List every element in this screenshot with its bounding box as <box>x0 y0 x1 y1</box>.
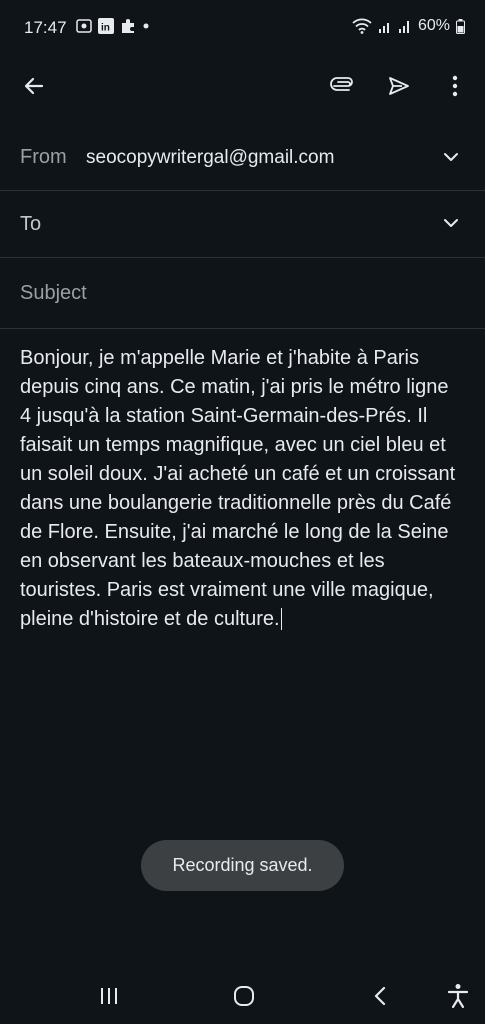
svg-text:in: in <box>101 23 110 34</box>
send-button[interactable] <box>381 68 417 104</box>
back-icon <box>374 986 386 1006</box>
accessibility-icon <box>447 984 469 1009</box>
status-time: 17:47 <box>24 18 67 37</box>
recents-icon <box>101 988 117 1004</box>
dot-icon <box>143 23 149 29</box>
from-row[interactable]: From seocopywritergal@gmail.com <box>0 124 485 191</box>
accessibility-button[interactable] <box>438 978 478 1014</box>
chevron-down-icon[interactable] <box>441 213 461 233</box>
home-button[interactable] <box>224 978 264 1014</box>
compose-toolbar <box>0 58 485 114</box>
signal-icon <box>378 23 389 33</box>
attach-icon <box>330 77 353 91</box>
email-body-text: Bonjour, je m'appelle Marie et j'habite … <box>20 347 461 630</box>
battery-percent: 60% <box>417 17 450 34</box>
status-system-icons: 60% <box>352 17 465 35</box>
linkedin-icon: in <box>98 18 114 34</box>
navigation-bar <box>0 968 485 1024</box>
status-bar: 17:47 in 60% <box>0 0 485 58</box>
chevron-down-icon[interactable] <box>441 147 461 167</box>
send-icon <box>389 77 409 95</box>
back-button[interactable] <box>16 68 52 104</box>
to-row[interactable]: To <box>0 191 485 258</box>
screen-record-icon <box>76 19 92 33</box>
subject-field[interactable]: Subject <box>0 258 485 329</box>
toast-message: Recording saved. <box>172 855 313 875</box>
wifi-icon <box>352 18 372 34</box>
puzzle-icon <box>122 19 134 33</box>
status-notification-icons: in <box>76 18 150 34</box>
attach-button[interactable] <box>325 68 361 104</box>
subject-placeholder: Subject <box>20 282 87 304</box>
more-options-button[interactable] <box>437 68 473 104</box>
from-address[interactable]: seocopywritergal@gmail.com <box>86 147 334 169</box>
nav-back-button[interactable] <box>360 978 400 1014</box>
more-vert-icon <box>452 75 458 97</box>
from-label: From <box>20 146 67 168</box>
email-body[interactable]: Bonjour, je m'appelle Marie et j'habite … <box>20 344 465 634</box>
battery-icon <box>456 18 465 34</box>
toast: Recording saved. <box>141 840 344 891</box>
to-label: To <box>20 213 42 235</box>
recents-button[interactable] <box>89 978 129 1014</box>
signal-icon-2 <box>398 21 409 33</box>
text-cursor <box>280 608 282 630</box>
back-arrow-icon <box>24 77 44 95</box>
home-icon <box>234 986 254 1006</box>
